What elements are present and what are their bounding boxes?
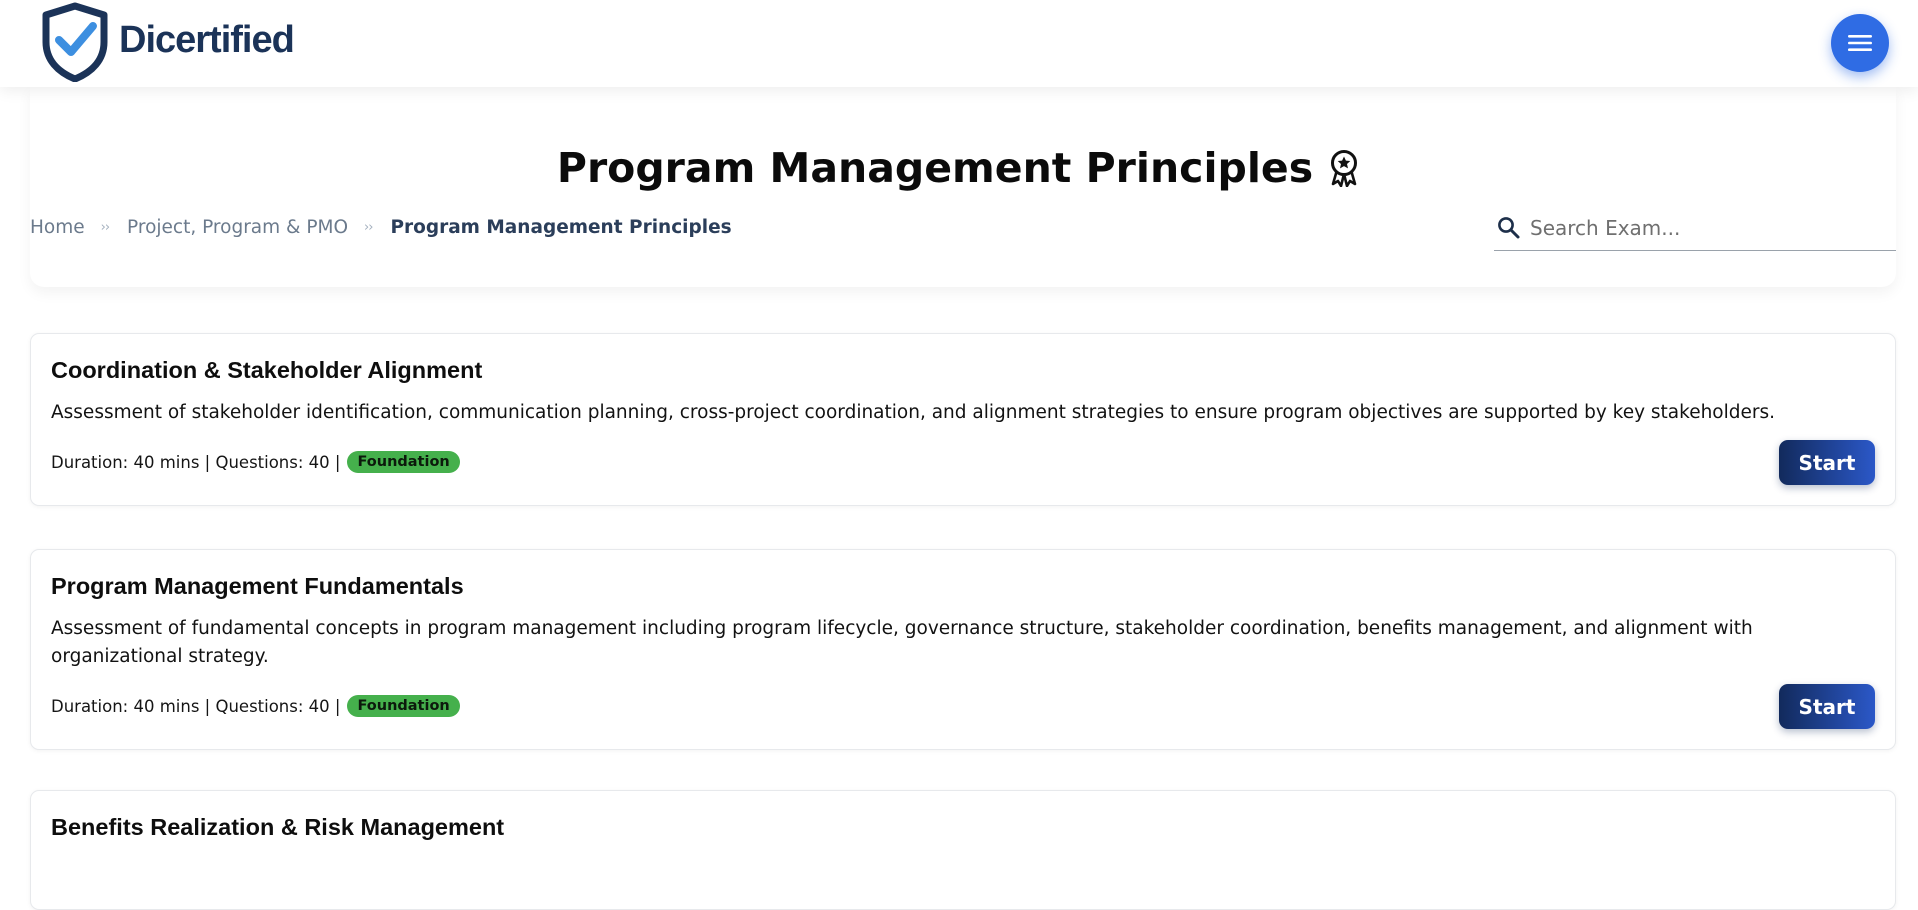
level-badge: Foundation — [347, 695, 460, 717]
start-exam-button[interactable]: Start — [1779, 440, 1875, 485]
exam-meta-text: Duration: 40 mins | Questions: 40 | — [51, 452, 341, 472]
brand-name: Dicertified — [119, 19, 295, 61]
exam-title: Benefits Realization & Risk Management — [51, 814, 505, 840]
search-input[interactable] — [1530, 211, 1890, 245]
breadcrumb-category[interactable]: Project, Program & PMO — [127, 217, 348, 238]
shield-check-icon — [42, 2, 108, 82]
exam-card: Benefits Realization & Risk Management — [30, 790, 1896, 910]
exam-title: Program Management Fundamentals — [51, 573, 464, 599]
start-exam-button[interactable]: Start — [1779, 684, 1875, 729]
exam-description: Assessment of stakeholder identification… — [51, 402, 1776, 423]
page-title-text: Program Management Principles — [556, 144, 1314, 192]
breadcrumb-home[interactable]: Home — [30, 217, 85, 238]
breadcrumb-current: Program Management Principles — [390, 216, 732, 238]
brand-logo[interactable]: Dicertified — [40, 2, 295, 82]
exam-description: Assessment of fundamental concepts in pr… — [51, 618, 1753, 667]
exam-meta: Duration: 40 mins | Questions: 40 | Foun… — [51, 695, 460, 717]
award-badge-icon — [1331, 150, 1358, 187]
exam-card: Program Management Fundamentals Assessme… — [30, 549, 1896, 750]
exam-title: Coordination & Stakeholder Alignment — [51, 357, 483, 383]
page-title: Program Management Principles — [0, 138, 1918, 192]
exam-meta: Duration: 40 mins | Questions: 40 | Foun… — [51, 451, 460, 473]
menu-button[interactable] — [1831, 14, 1889, 72]
search-box — [1494, 209, 1896, 251]
exam-card: Coordination & Stakeholder Alignment Ass… — [30, 333, 1896, 506]
breadcrumb-separator: ›› — [364, 219, 373, 235]
exam-meta-text: Duration: 40 mins | Questions: 40 | — [51, 696, 341, 716]
hamburger-menu-icon — [1848, 35, 1872, 51]
level-badge: Foundation — [347, 451, 460, 473]
breadcrumb: Home ›› Project, Program & PMO ›› Progra… — [30, 215, 732, 239]
search-icon — [1498, 217, 1520, 239]
top-navigation-bar: Dicertified — [0, 0, 1918, 87]
breadcrumb-separator: ›› — [100, 219, 110, 235]
